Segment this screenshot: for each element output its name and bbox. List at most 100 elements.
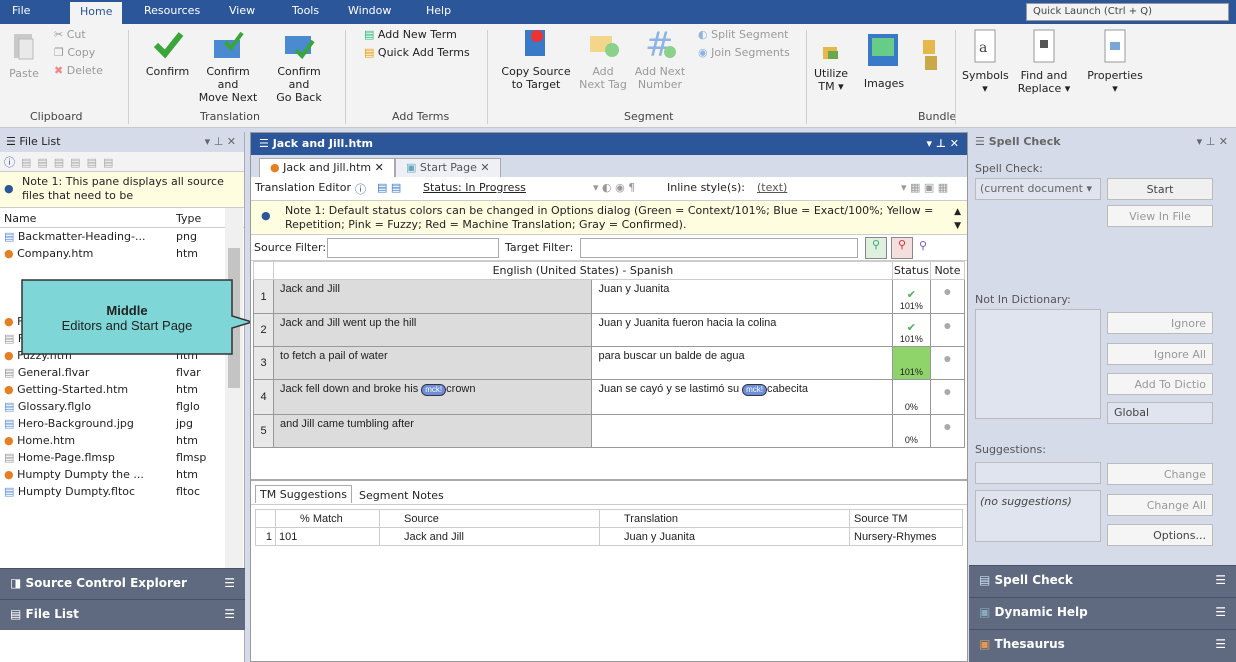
comment-icon[interactable]: ● [943, 283, 951, 299]
close-icon[interactable]: ▾ ⊥ ✕ [927, 137, 959, 150]
segment-row[interactable]: 3 to fetch a pail of water para buscar un … [252, 346, 966, 380]
comment-icon[interactable]: ● [943, 418, 951, 434]
add-new-term-button[interactable]: ▤ Add New Term [364, 28, 457, 41]
options-button[interactable]: Options... [1107, 524, 1213, 546]
tab-segment-notes[interactable]: Segment Notes [355, 487, 448, 504]
menu-window[interactable]: Window [348, 4, 391, 17]
add-next-tag-button[interactable]: Add Next Tag [578, 26, 628, 91]
file-list-button[interactable]: ▤ File List ☰ [0, 599, 245, 630]
copy-source-to-target-button[interactable]: Copy Source to Target [497, 26, 575, 91]
menu-view[interactable]: View [229, 4, 255, 17]
filter-advanced-icon[interactable]: ⚲ [919, 239, 927, 252]
col-name-header[interactable]: Name [4, 212, 36, 225]
col-type-header[interactable]: Type [176, 212, 201, 225]
file-row[interactable]: ▤ Home-Page.flmsp flmsp [0, 449, 225, 466]
info-icon[interactable]: ⓘ [355, 181, 366, 197]
change-button[interactable]: Change [1107, 463, 1213, 485]
toolbar-right-icons[interactable]: ▾ ▦ ▣ ▦ [901, 181, 948, 194]
segment-row[interactable]: 2 Jack and Jill went up the hill Juan y Ju… [252, 313, 966, 347]
quick-add-terms-button[interactable]: ▤ Quick Add Terms [364, 46, 470, 59]
tab-tm-suggestions[interactable]: TM Suggestions [255, 485, 352, 503]
pin-icon[interactable]: ▾ ⊥ ✕ [205, 135, 236, 148]
toolbar-icons[interactable]: ▤▤▤▤▤▤ [21, 156, 119, 169]
spell-check-button[interactable]: ▤ Spell Check ☰ [969, 565, 1236, 597]
file-row[interactable]: ● Home.htm htm [0, 432, 225, 449]
menu-help[interactable]: Help [426, 4, 451, 17]
file-row[interactable]: ● Getting-Started.htm htm [0, 381, 225, 398]
copy-button[interactable]: ❐ Copy [54, 46, 95, 59]
pin-icon[interactable]: ▾ ⊥ ✕ [1197, 135, 1228, 148]
tab-jack-and-jill[interactable]: ● Jack and Jill.htm ✕ [259, 158, 395, 177]
confirm-move-next-icon [214, 31, 244, 58]
info-icon[interactable]: ⓘ [4, 156, 21, 169]
add-to-dictionary-button[interactable]: Add To Dictio [1107, 373, 1213, 395]
tm-col-translation[interactable]: Translation [599, 509, 850, 528]
scope-dropdown[interactable]: (current document ▾ [975, 178, 1101, 200]
dictionary-select[interactable]: Global [1107, 402, 1213, 424]
suggestion-input[interactable] [975, 462, 1101, 484]
close-icon[interactable]: ✕ [480, 161, 489, 174]
dynamic-help-button[interactable]: ▣ Dynamic Help ☰ [969, 597, 1236, 629]
close-icon[interactable]: ✕ [375, 161, 384, 174]
source-control-explorer-button[interactable]: ◨ Source Control Explorer ☰ [0, 568, 245, 599]
tm-col-source[interactable]: Source [379, 509, 600, 528]
export-icon[interactable]: ▤ ▤ [377, 181, 401, 194]
segment-row[interactable]: 4 Jack fell down and broke his mck! crown J… [252, 379, 966, 415]
menu-file[interactable]: File [12, 4, 30, 17]
tm-col-match[interactable]: % Match [275, 509, 380, 528]
confirm-go-back-button[interactable]: Confirm and Go Back [266, 28, 332, 104]
menu-home[interactable]: Home [70, 2, 123, 24]
source-filter-input[interactable] [327, 238, 499, 258]
file-row[interactable]: ▤ Hero-Background.jpg jpg [0, 415, 225, 432]
comment-icon[interactable]: ● [943, 350, 951, 366]
start-button[interactable]: Start [1107, 178, 1213, 200]
symbols-button[interactable]: a Symbols ▾ [962, 28, 1009, 95]
status-dropdown[interactable]: Status: In Progress [423, 181, 526, 194]
not-in-dictionary-list[interactable] [975, 309, 1101, 419]
change-all-button[interactable]: Change All [1107, 494, 1213, 516]
find-replace-button[interactable]: Find and Replace ▾ [1014, 28, 1074, 95]
file-row[interactable]: ▤ Backmatter-Heading-... png [0, 228, 225, 245]
segment-source: Jack and Jill [273, 279, 593, 314]
thesaurus-button[interactable]: ▣ Thesaurus ☰ [969, 629, 1236, 662]
images-button[interactable]: Images [860, 28, 908, 90]
file-row[interactable]: ▤ Humpty Dumpty.fltoc fltoc [0, 483, 225, 500]
view-in-file-button[interactable]: View In File [1107, 205, 1213, 227]
file-row[interactable]: ● Company.htm htm [0, 245, 225, 262]
status-icons[interactable]: ▾ ◐ ◉ ¶ [593, 181, 635, 194]
scroll-arrows[interactable]: ▲ ▼ [954, 205, 961, 233]
file-row[interactable]: ▤ General.flvar flvar [0, 364, 225, 381]
ignore-button[interactable]: Ignore [1107, 312, 1213, 334]
filter-clear-icon[interactable]: ⚲ [891, 237, 913, 259]
properties-button[interactable]: Properties ▾ [1082, 28, 1148, 95]
tm-row[interactable]: 1 101 Jack and Jill Juan y Juanita Nurse… [255, 527, 963, 546]
menu-tools[interactable]: Tools [292, 4, 319, 17]
segment-row[interactable]: 5 and Jill came tumbling after 0% ● [252, 414, 966, 448]
ignore-all-button[interactable]: Ignore All [1107, 343, 1213, 365]
utilize-tm-button[interactable]: Utilize TM ▾ [811, 42, 851, 93]
add-next-number-button[interactable]: # Add Next Number [632, 25, 688, 91]
paste-button[interactable]: Paste [8, 30, 40, 80]
menu-resources[interactable]: Resources [144, 4, 200, 17]
split-segment-button[interactable]: ◐ Split Segment [698, 28, 789, 41]
bundle-button[interactable] [912, 38, 948, 77]
inline-styles-value[interactable]: (text) [757, 181, 787, 194]
file-row[interactable]: ● Humpty Dumpty the ... htm [0, 466, 225, 483]
file-list-scrollbar[interactable] [225, 208, 243, 578]
tm-col-source-tm[interactable]: Source TM [849, 509, 963, 528]
file-type: htm [176, 383, 198, 396]
tab-start-page[interactable]: ▣ Start Page ✕ [395, 158, 501, 177]
comment-icon[interactable]: ● [943, 317, 951, 333]
delete-button[interactable]: ✖ Delete [54, 64, 103, 77]
target-filter-input[interactable] [580, 238, 858, 258]
comment-icon[interactable]: ● [943, 383, 951, 399]
confirm-button[interactable]: Confirm [140, 28, 195, 78]
quick-launch-input[interactable]: Quick Launch (Ctrl + Q) [1026, 3, 1229, 21]
segment-row[interactable]: 1 Jack and Jill Juan y Juanita ✔ 101% ● [252, 279, 966, 314]
filter-search-icon[interactable]: ⚲ [865, 237, 887, 259]
suggestions-list[interactable]: (no suggestions) [975, 490, 1101, 542]
join-segments-button[interactable]: ◉ Join Segments [698, 46, 790, 59]
cut-button[interactable]: ✂ Cut [54, 28, 86, 41]
file-row[interactable]: ▤ Glossary.flglo flglo [0, 398, 225, 415]
confirm-move-next-button[interactable]: Confirm and Move Next [195, 28, 261, 104]
